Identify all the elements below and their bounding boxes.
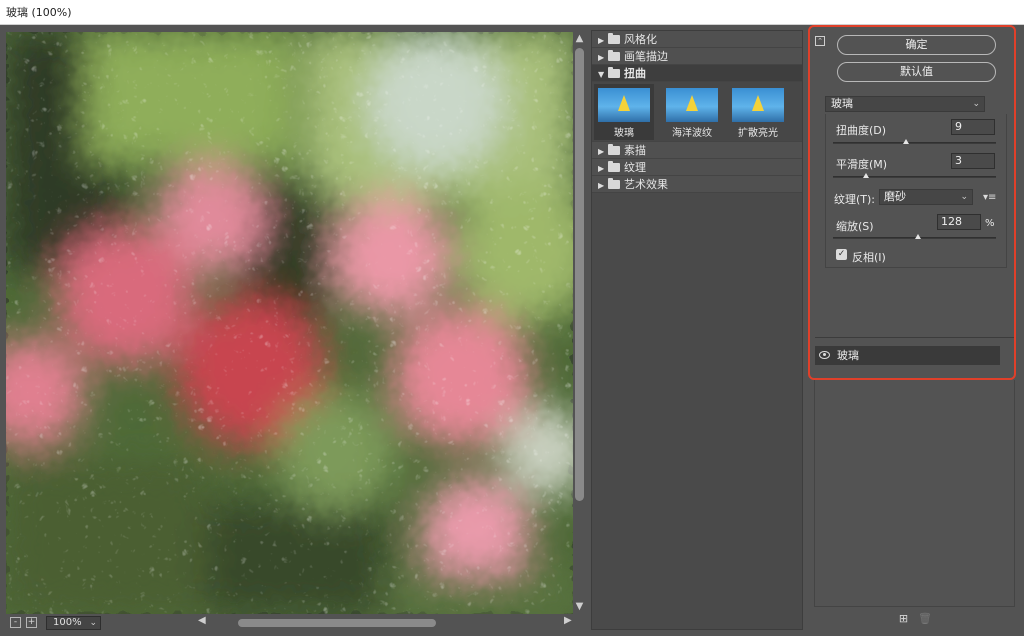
filter-thumb-ocean-ripple[interactable]: 海洋波纹 xyxy=(662,84,722,140)
triangle-right-icon: ▶ xyxy=(598,147,605,156)
distort-filter-thumbnails: 玻璃 海洋波纹 扩散亮光 xyxy=(592,82,802,142)
filter-preview-canvas[interactable] xyxy=(6,32,573,614)
new-effect-layer-icon[interactable]: ⊞ xyxy=(898,613,909,624)
category-label: 风格化 xyxy=(624,33,657,46)
folder-icon xyxy=(608,33,620,44)
filter-thumb-label: 海洋波纹 xyxy=(672,128,712,139)
filter-thumb-diffuse-glow[interactable]: 扩散亮光 xyxy=(728,84,788,140)
invert-checkbox[interactable]: ✓ xyxy=(836,249,847,260)
effect-layers-list xyxy=(814,380,1015,607)
divider xyxy=(815,337,1014,338)
chevron-down-icon: ⌄ xyxy=(972,99,980,109)
zoom-out-button[interactable]: - xyxy=(10,617,21,628)
category-label: 纹理 xyxy=(624,161,646,174)
category-label: 扭曲 xyxy=(624,67,646,80)
invert-label: 反相(I) xyxy=(852,251,886,264)
folder-icon xyxy=(608,144,620,155)
scaling-unit: % xyxy=(985,218,995,229)
distortion-label: 扭曲度(D) xyxy=(836,124,887,137)
category-brush-strokes[interactable]: ▶ 画笔描边 xyxy=(592,48,802,65)
zoom-level-select[interactable]: 100% ⌄ xyxy=(46,616,101,630)
category-label: 画笔描边 xyxy=(624,50,668,63)
effect-layer-name: 玻璃 xyxy=(837,349,859,362)
trash-icon[interactable]: 🗑 xyxy=(918,613,932,624)
folder-open-icon xyxy=(608,67,620,78)
category-sketch[interactable]: ▶ 素描 xyxy=(592,142,802,159)
triangle-right-icon: ▶ xyxy=(598,53,605,62)
filter-type-value: 玻璃 xyxy=(831,97,853,110)
distortion-slider[interactable] xyxy=(833,139,996,144)
scroll-right-icon[interactable]: ▶ xyxy=(564,615,572,626)
category-distort[interactable]: ▼ 扭曲 xyxy=(592,65,802,82)
scroll-down-icon[interactable]: ▼ xyxy=(573,600,586,614)
filter-type-select[interactable]: 玻璃 ⌄ xyxy=(825,96,985,112)
preview-vertical-scrollbar[interactable]: ▲ ▼ xyxy=(573,32,586,614)
texture-label: 纹理(T): xyxy=(834,193,876,206)
distortion-input[interactable]: 9 xyxy=(951,119,995,135)
triangle-right-icon: ▶ xyxy=(598,36,605,45)
ok-button[interactable]: 确定 xyxy=(837,35,996,55)
category-texture[interactable]: ▶ 纹理 xyxy=(592,159,802,176)
chevron-down-icon: ⌄ xyxy=(89,618,97,628)
triangle-right-icon: ▶ xyxy=(598,164,605,173)
smoothness-slider[interactable] xyxy=(833,173,996,178)
zoom-level-value: 100% xyxy=(53,617,82,628)
default-button[interactable]: 默认值 xyxy=(837,62,996,82)
slider-knob[interactable] xyxy=(862,173,869,178)
scroll-up-icon[interactable]: ▲ xyxy=(573,32,586,46)
smoothness-input[interactable]: 3 xyxy=(951,153,995,169)
effect-layer-row[interactable]: 玻璃 xyxy=(815,346,1000,365)
smoothness-label: 平滑度(M) xyxy=(836,158,888,171)
preview-horizontal-scrollbar[interactable]: ◀ ▶ xyxy=(198,615,576,628)
horizontal-scroll-thumb[interactable] xyxy=(238,619,436,627)
eye-icon[interactable] xyxy=(819,351,830,359)
filter-thumb-label: 玻璃 xyxy=(614,128,634,139)
window-title: 玻璃 (100%) xyxy=(0,0,1024,25)
scaling-slider[interactable] xyxy=(833,234,996,239)
category-label: 素描 xyxy=(624,144,646,157)
chevron-down-icon: ⌄ xyxy=(960,192,968,202)
triangle-down-icon: ▼ xyxy=(598,70,605,79)
filter-gallery: ▶ 风格化 ▶ 画笔描边 ▼ 扭曲 玻璃 海洋波纹 扩散亮光 ▶ 素描 ▶ 纹理 ▶ 艺术效… xyxy=(591,30,803,630)
filter-thumb-glass[interactable]: 玻璃 xyxy=(594,84,654,140)
slider-knob[interactable] xyxy=(903,139,910,144)
texture-value: 磨砂 xyxy=(884,190,906,203)
preview-status-bar: - + 100% ⌄ ◀ ▶ xyxy=(6,614,586,632)
triangle-right-icon: ▶ xyxy=(598,181,605,190)
thumbnail-image xyxy=(666,88,718,122)
scaling-input[interactable]: 128 xyxy=(937,214,981,230)
scaling-label: 缩放(S) xyxy=(836,220,874,233)
category-artistic[interactable]: ▶ 艺术效果 xyxy=(592,176,802,193)
category-stylize[interactable]: ▶ 风格化 xyxy=(592,31,802,48)
folder-icon xyxy=(608,178,620,189)
thumbnail-image xyxy=(732,88,784,122)
texture-menu-icon[interactable]: ▾≡ xyxy=(983,192,996,203)
collapse-gallery-icon[interactable]: ⌃ xyxy=(815,36,825,46)
thumbnail-image xyxy=(598,88,650,122)
folder-icon xyxy=(608,50,620,61)
filter-thumb-label: 扩散亮光 xyxy=(738,128,778,139)
texture-select[interactable]: 磨砂 ⌄ xyxy=(879,189,973,205)
zoom-in-button[interactable]: + xyxy=(26,617,37,628)
scroll-left-icon[interactable]: ◀ xyxy=(198,615,206,626)
folder-icon xyxy=(608,161,620,172)
slider-knob[interactable] xyxy=(914,234,921,239)
vertical-scroll-thumb[interactable] xyxy=(575,48,584,501)
category-label: 艺术效果 xyxy=(624,178,668,191)
